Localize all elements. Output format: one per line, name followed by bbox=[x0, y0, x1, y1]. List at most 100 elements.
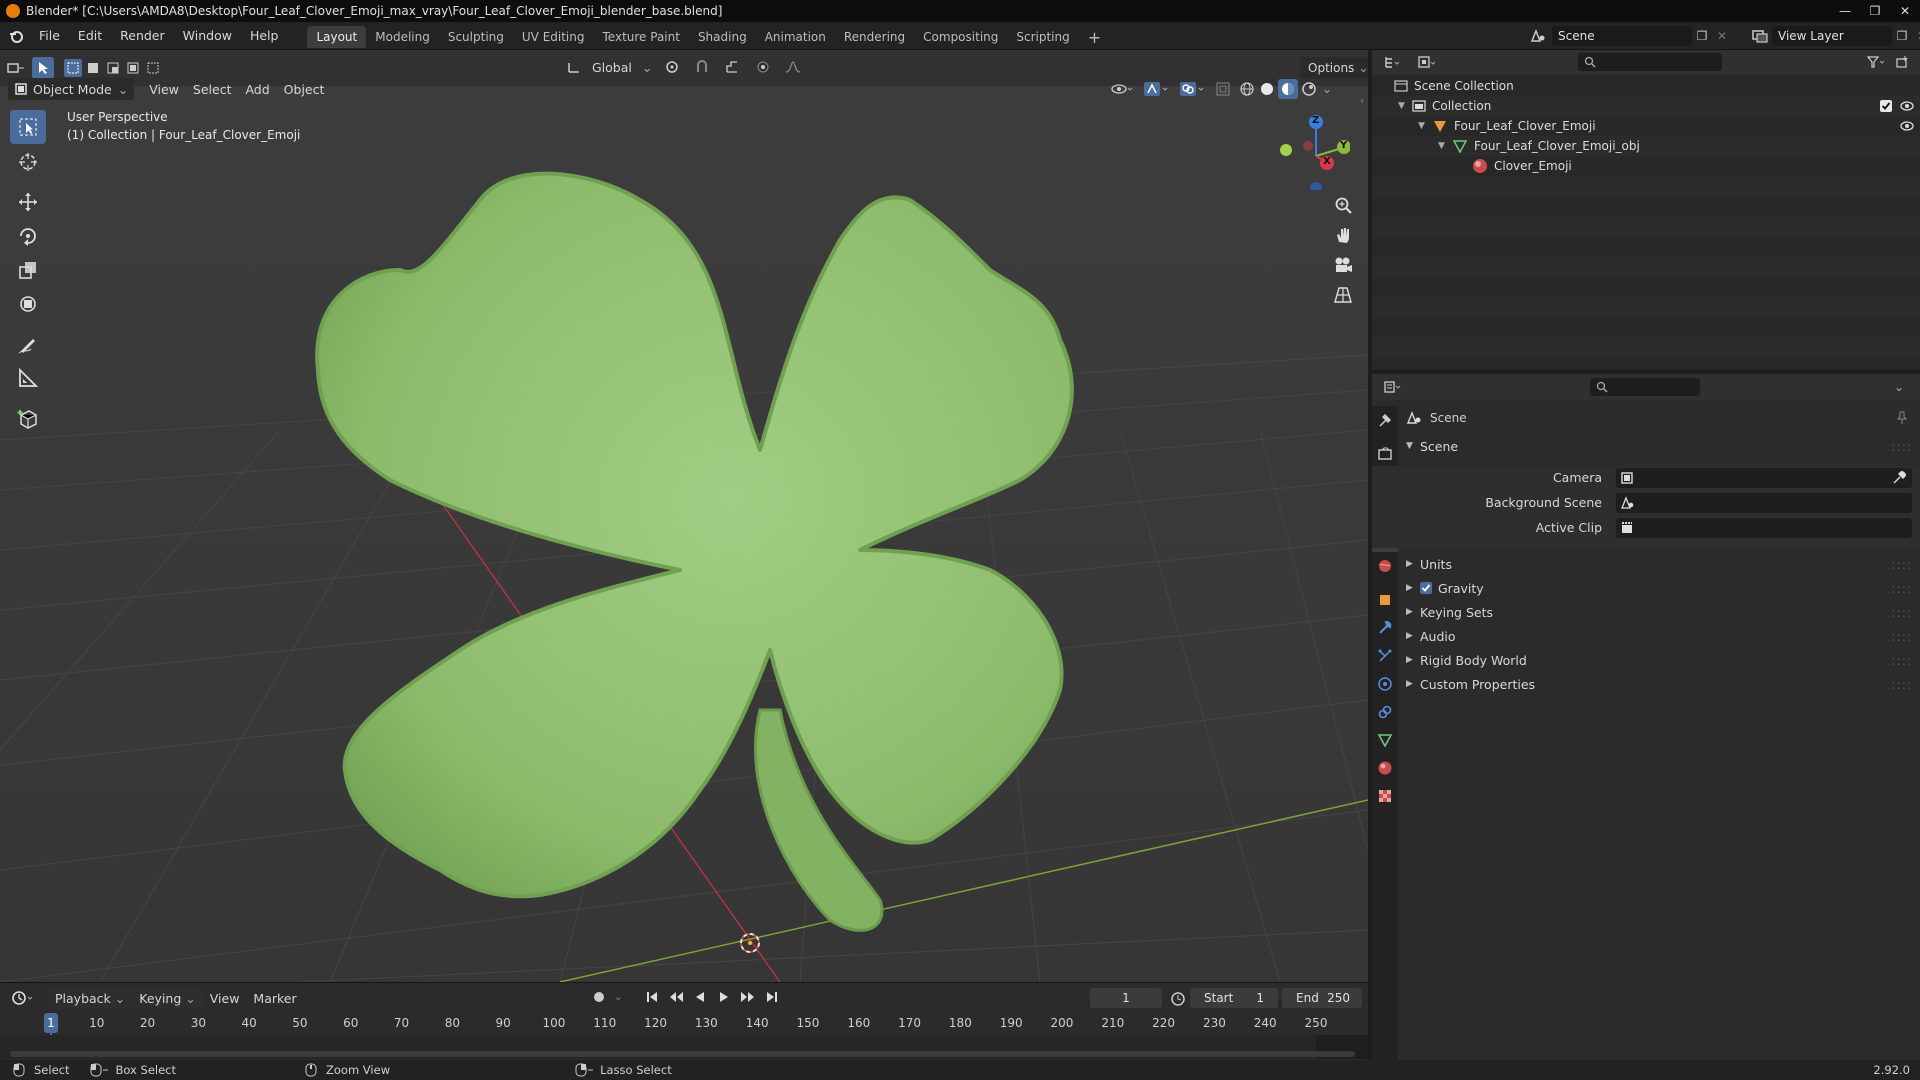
keying-dropdown[interactable]: Keying ⌄ bbox=[132, 987, 203, 1009]
snap-increment-icon[interactable] bbox=[718, 56, 748, 78]
jump-start-icon[interactable] bbox=[642, 991, 662, 1003]
solid-shading-icon[interactable] bbox=[1258, 80, 1276, 98]
eye-icon[interactable] bbox=[1900, 119, 1914, 133]
frame-ruler[interactable]: 1 10 20 30 40 50 60 70 80 90 100 110 120 130 140 150 160… bbox=[0, 1013, 1368, 1035]
exclude-checkbox[interactable] bbox=[1880, 100, 1892, 112]
menu-add[interactable]: Add bbox=[238, 78, 276, 100]
rendered-shading-icon[interactable] bbox=[1300, 80, 1318, 98]
timeline-menu-view[interactable]: View bbox=[203, 987, 247, 1009]
add-workspace-icon[interactable]: + bbox=[1079, 26, 1110, 48]
menu-view[interactable]: View bbox=[142, 78, 186, 100]
tool-tab-icon[interactable] bbox=[1372, 406, 1398, 434]
timeline-editor-type-icon[interactable] bbox=[4, 987, 42, 1009]
delete-view-layer-icon[interactable]: ✕ bbox=[1912, 29, 1920, 43]
outliner-row-collection[interactable]: ▼ Collection bbox=[1372, 96, 1920, 116]
auto-keying-icon[interactable] bbox=[588, 987, 610, 1007]
pan-hand-icon[interactable] bbox=[1328, 220, 1358, 250]
physics-tab-icon[interactable] bbox=[1372, 670, 1398, 698]
object-tab-icon[interactable] bbox=[1372, 586, 1398, 614]
shading-options-icon[interactable]: ⌄ bbox=[1320, 82, 1334, 96]
close-button[interactable]: ✕ bbox=[1890, 0, 1920, 22]
view-layer-icon[interactable] bbox=[1748, 26, 1772, 46]
3d-viewport[interactable]: Global ⌄ Options ⌄ Object Mode ⌄ View Se… bbox=[0, 50, 1368, 982]
expand-arrow-icon[interactable]: ▼ bbox=[1398, 101, 1412, 111]
select-box-new-icon[interactable] bbox=[64, 59, 82, 77]
tab-rendering[interactable]: Rendering bbox=[835, 26, 914, 48]
active-clip-field[interactable] bbox=[1616, 518, 1912, 538]
restore-button[interactable]: ❐ bbox=[1860, 0, 1890, 22]
data-tab-icon[interactable] bbox=[1372, 726, 1398, 754]
play-reverse-icon[interactable] bbox=[690, 991, 710, 1003]
transform-orientation-dropdown[interactable]: Global bbox=[588, 56, 636, 78]
eye-icon[interactable] bbox=[1900, 99, 1914, 113]
select-box-extend-icon[interactable] bbox=[84, 59, 102, 77]
wireframe-shading-icon[interactable] bbox=[1238, 80, 1256, 98]
end-frame-field[interactable]: End 250 bbox=[1282, 988, 1362, 1008]
minimize-button[interactable]: — bbox=[1830, 0, 1860, 22]
outliner-search-input[interactable] bbox=[1578, 53, 1722, 71]
preview-range-icon[interactable] bbox=[1170, 991, 1186, 1007]
timeline-menu-marker[interactable]: Marker bbox=[246, 987, 303, 1009]
menu-edit[interactable]: Edit bbox=[69, 22, 111, 50]
expand-arrow-icon[interactable]: ▼ bbox=[1438, 141, 1452, 151]
new-scene-icon[interactable]: ❐ bbox=[1692, 29, 1712, 43]
panel-custom-properties[interactable]: ▶ Custom Properties :::: bbox=[1402, 672, 1916, 696]
panel-keying-sets[interactable]: ▶ Keying Sets :::: bbox=[1402, 600, 1916, 624]
tab-texture-paint[interactable]: Texture Paint bbox=[594, 26, 689, 48]
visibility-icon[interactable] bbox=[1108, 78, 1136, 100]
pivot-point-icon[interactable] bbox=[658, 56, 688, 78]
menu-select[interactable]: Select bbox=[186, 78, 239, 100]
panel-gravity[interactable]: ▶ Gravity :::: bbox=[1402, 576, 1916, 600]
navigation-gizmo[interactable]: Z Y X bbox=[1270, 110, 1350, 190]
modifier-tab-icon[interactable] bbox=[1372, 614, 1398, 642]
tab-animation[interactable]: Animation bbox=[756, 26, 835, 48]
properties-search-input[interactable] bbox=[1590, 378, 1700, 396]
jump-keyframe-forward-icon[interactable] bbox=[738, 991, 758, 1003]
object-mode-dropdown[interactable]: Object Mode ⌄ bbox=[8, 78, 135, 100]
panel-units[interactable]: ▶ Units :::: bbox=[1402, 552, 1916, 576]
scale-tool-icon[interactable] bbox=[10, 253, 46, 287]
menu-file[interactable]: File bbox=[30, 22, 69, 50]
delete-scene-icon[interactable]: ✕ bbox=[1712, 29, 1732, 43]
overlays-toggle-icon[interactable] bbox=[1176, 78, 1208, 100]
menu-render[interactable]: Render bbox=[111, 22, 174, 50]
display-mode-icon[interactable] bbox=[1410, 52, 1444, 72]
new-view-layer-icon[interactable]: ❐ bbox=[1892, 29, 1912, 43]
render-tab-icon[interactable] bbox=[1372, 440, 1398, 468]
timeline-scrollbar[interactable] bbox=[10, 1051, 1355, 1057]
tab-shading[interactable]: Shading bbox=[689, 26, 756, 48]
outliner-row-material[interactable]: Clover_Emoji bbox=[1372, 156, 1920, 176]
select-box-invert-icon[interactable] bbox=[124, 59, 142, 77]
filter-icon[interactable] bbox=[1864, 52, 1888, 72]
drag-handle-icon[interactable]: :::: bbox=[1891, 439, 1912, 454]
gizmo-toggle-icon[interactable] bbox=[1140, 78, 1172, 100]
annotate-tool-icon[interactable] bbox=[10, 327, 46, 361]
transform-orientation-icon[interactable] bbox=[560, 56, 588, 78]
gravity-checkbox[interactable] bbox=[1420, 582, 1432, 594]
constraints-tab-icon[interactable] bbox=[1372, 698, 1398, 726]
cursor-tool-icon[interactable] bbox=[10, 145, 46, 179]
properties-editor-type-icon[interactable] bbox=[1376, 377, 1410, 397]
tab-sculpting[interactable]: Sculpting bbox=[439, 26, 513, 48]
proportional-edit-icon[interactable] bbox=[748, 56, 778, 78]
texture-tab-icon[interactable] bbox=[1372, 782, 1398, 810]
panel-audio[interactable]: ▶ Audio :::: bbox=[1402, 624, 1916, 648]
perspective-toggle-icon[interactable] bbox=[1328, 280, 1358, 310]
jump-keyframe-back-icon[interactable] bbox=[666, 991, 686, 1003]
sidebar-toggle-icon[interactable]: ‹ bbox=[1360, 96, 1364, 107]
tab-uv-editing[interactable]: UV Editing bbox=[513, 26, 594, 48]
scene-selector-icon[interactable] bbox=[1524, 26, 1552, 46]
start-frame-field[interactable]: Start 1 bbox=[1190, 988, 1278, 1008]
outliner-row-clover-object[interactable]: ▼ Four_Leaf_Clover_Emoji bbox=[1372, 116, 1920, 136]
outliner-row-mesh-data[interactable]: ▼ Four_Leaf_Clover_Emoji_obj bbox=[1372, 136, 1920, 156]
expand-arrow-icon[interactable]: ▼ bbox=[1406, 441, 1420, 451]
current-frame-field[interactable]: 1 bbox=[1090, 988, 1162, 1008]
chevron-down-icon[interactable]: ⌄ bbox=[1894, 380, 1904, 394]
menu-help[interactable]: Help bbox=[241, 22, 288, 50]
falloff-curve-icon[interactable] bbox=[778, 56, 808, 78]
xray-toggle-icon[interactable] bbox=[1212, 78, 1234, 100]
blender-menu-icon[interactable] bbox=[0, 22, 30, 50]
outliner-row-scene-collection[interactable]: Scene Collection bbox=[1372, 76, 1920, 96]
background-scene-field[interactable] bbox=[1616, 493, 1912, 513]
expand-arrow-icon[interactable]: ▼ bbox=[1418, 121, 1432, 131]
